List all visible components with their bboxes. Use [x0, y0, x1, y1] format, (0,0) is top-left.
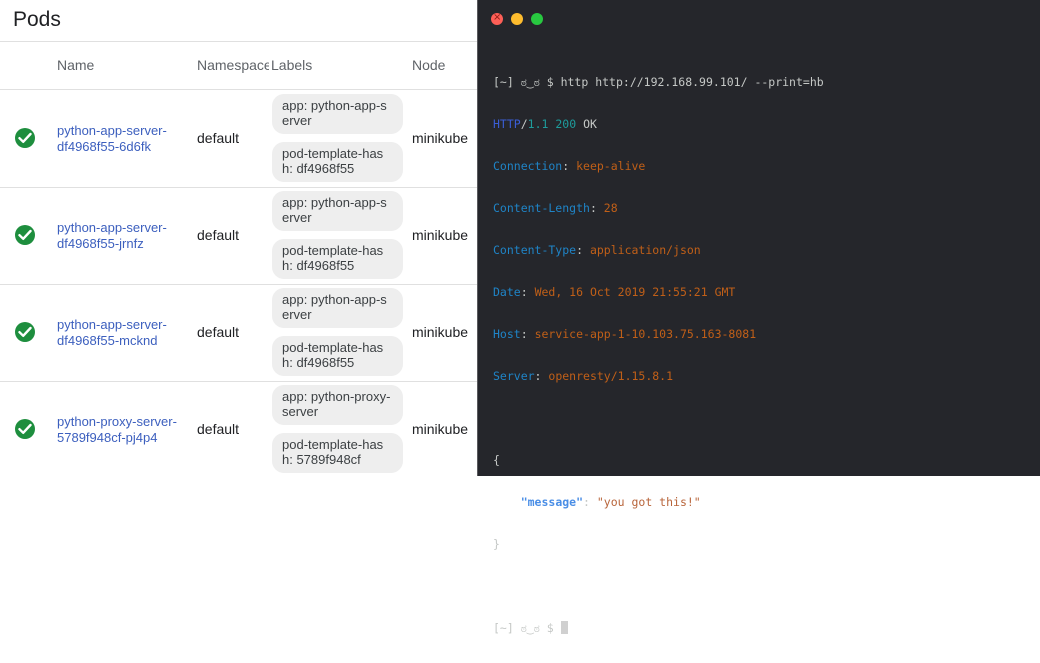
pod-namespace: default	[197, 227, 240, 243]
header-value: service-app-1-10.103.75.163-8081	[534, 327, 757, 341]
command-line[interactable]: [~] ಠ‿ಠ $	[493, 621, 824, 635]
pod-namespace: default	[197, 421, 240, 437]
label-chip: app: python-app-server	[272, 94, 403, 134]
header-value: 28	[603, 201, 618, 215]
close-window-button[interactable]: ×	[491, 12, 503, 25]
text-cursor	[560, 621, 568, 634]
check-circle-icon	[15, 419, 35, 439]
pod-namespace: default	[197, 130, 240, 146]
label-chip: app: python-proxy-server	[272, 385, 403, 425]
shell-prompt: [~] ಠ‿ಠ $	[493, 75, 554, 89]
header-line: Content-Type: application/json	[493, 243, 701, 257]
terminal-output[interactable]: [~] ಠ‿ಠ $ http http://192.168.99.101/ --…	[493, 47, 824, 663]
label-chip: pod-template-hash: df4968f55	[272, 336, 403, 376]
table-row[interactable]: python-proxy-server-5789f948cf-pj4p4 def…	[0, 381, 480, 476]
column-header-labels: Labels	[271, 57, 313, 73]
column-header-node[interactable]: Node	[412, 57, 445, 73]
check-circle-icon	[15, 128, 35, 148]
label-chip: pod-template-hash: 5789f948cf	[272, 433, 403, 473]
pod-namespace: default	[197, 324, 240, 340]
json-value: "you got this!"	[596, 495, 701, 509]
json-entry: "message": "you got this!"	[520, 495, 701, 509]
header-line: Server: openresty/1.15.8.1	[493, 369, 674, 383]
header-key: Content-Type	[493, 243, 577, 257]
header-line: Host: service-app-1-10.103.75.163-8081	[493, 327, 757, 341]
http-status-code: 200	[555, 117, 577, 131]
check-circle-icon	[15, 225, 35, 245]
http-version: 1.1	[527, 117, 549, 131]
table-row[interactable]: python-app-server-df4968f55-jrnfz defaul…	[0, 187, 480, 285]
page-title: Pods	[13, 8, 61, 31]
header-key: Date	[493, 285, 521, 299]
header-value: Wed, 16 Oct 2019 21:55:21 GMT	[534, 285, 736, 299]
close-icon: ×	[493, 12, 502, 23]
divider	[0, 41, 480, 42]
terminal-window[interactable]: × [~] ಠ‿ಠ $ http http://192.168.99.101/ …	[477, 0, 1040, 635]
pod-node: minikube	[412, 324, 469, 340]
table-row[interactable]: python-app-server-df4968f55-6d6fk defaul…	[0, 90, 480, 188]
pod-name-link[interactable]: python-app-server-df4968f55-jrnfz	[57, 220, 187, 252]
shell-prompt: [~] ಠ‿ಠ $	[493, 621, 554, 635]
pod-name-link[interactable]: python-proxy-server-5789f948cf-pj4p4	[57, 414, 187, 446]
header-line: Content-Length: 28	[493, 201, 618, 215]
http-status-reason: OK	[583, 117, 597, 131]
column-header-namespace[interactable]: Namespace	[197, 57, 269, 73]
header-value: application/json	[589, 243, 701, 257]
header-key: Server	[493, 369, 535, 383]
header-key: Host	[493, 327, 521, 341]
label-chip: pod-template-hash: df4968f55	[272, 142, 403, 182]
http-protocol: HTTP	[493, 117, 521, 131]
pods-panel: Pods Name Namespace Labels Node python-a…	[0, 0, 480, 476]
pod-name-link[interactable]: python-app-server-df4968f55-mcknd	[57, 317, 187, 349]
protocol-separator: /	[520, 117, 528, 131]
header-value: keep-alive	[576, 159, 646, 173]
pod-node: minikube	[412, 130, 469, 146]
header-value: openresty/1.15.8.1	[548, 369, 674, 383]
json-close-brace: }	[493, 537, 500, 551]
json-open-brace: {	[493, 453, 500, 467]
header-key: Content-Length	[493, 201, 590, 215]
maximize-window-button[interactable]	[531, 13, 543, 25]
label-chip: pod-template-hash: df4968f55	[272, 239, 403, 279]
minimize-window-button[interactable]	[511, 13, 523, 25]
command-line: [~] ಠ‿ಠ $ http http://192.168.99.101/ --…	[493, 75, 824, 89]
check-circle-icon	[15, 322, 35, 342]
column-header-name[interactable]: Name	[57, 57, 94, 73]
label-chip: app: python-app-server	[272, 288, 403, 328]
pod-name-link[interactable]: python-app-server-df4968f55-6d6fk	[57, 123, 187, 155]
header-line: Date: Wed, 16 Oct 2019 21:55:21 GMT	[493, 285, 736, 299]
pod-node: minikube	[412, 227, 469, 243]
status-line: HTTP/1.1 200 OK	[493, 117, 824, 131]
json-key: "message"	[520, 495, 584, 509]
command-text: http http://192.168.99.101/ --print=hb	[560, 75, 824, 89]
table-row[interactable]: python-app-server-df4968f55-mcknd defaul…	[0, 284, 480, 382]
pod-node: minikube	[412, 421, 469, 437]
header-key: Connection	[493, 159, 563, 173]
header-line: Connection: keep-alive	[493, 159, 646, 173]
label-chip: app: python-app-server	[272, 191, 403, 231]
